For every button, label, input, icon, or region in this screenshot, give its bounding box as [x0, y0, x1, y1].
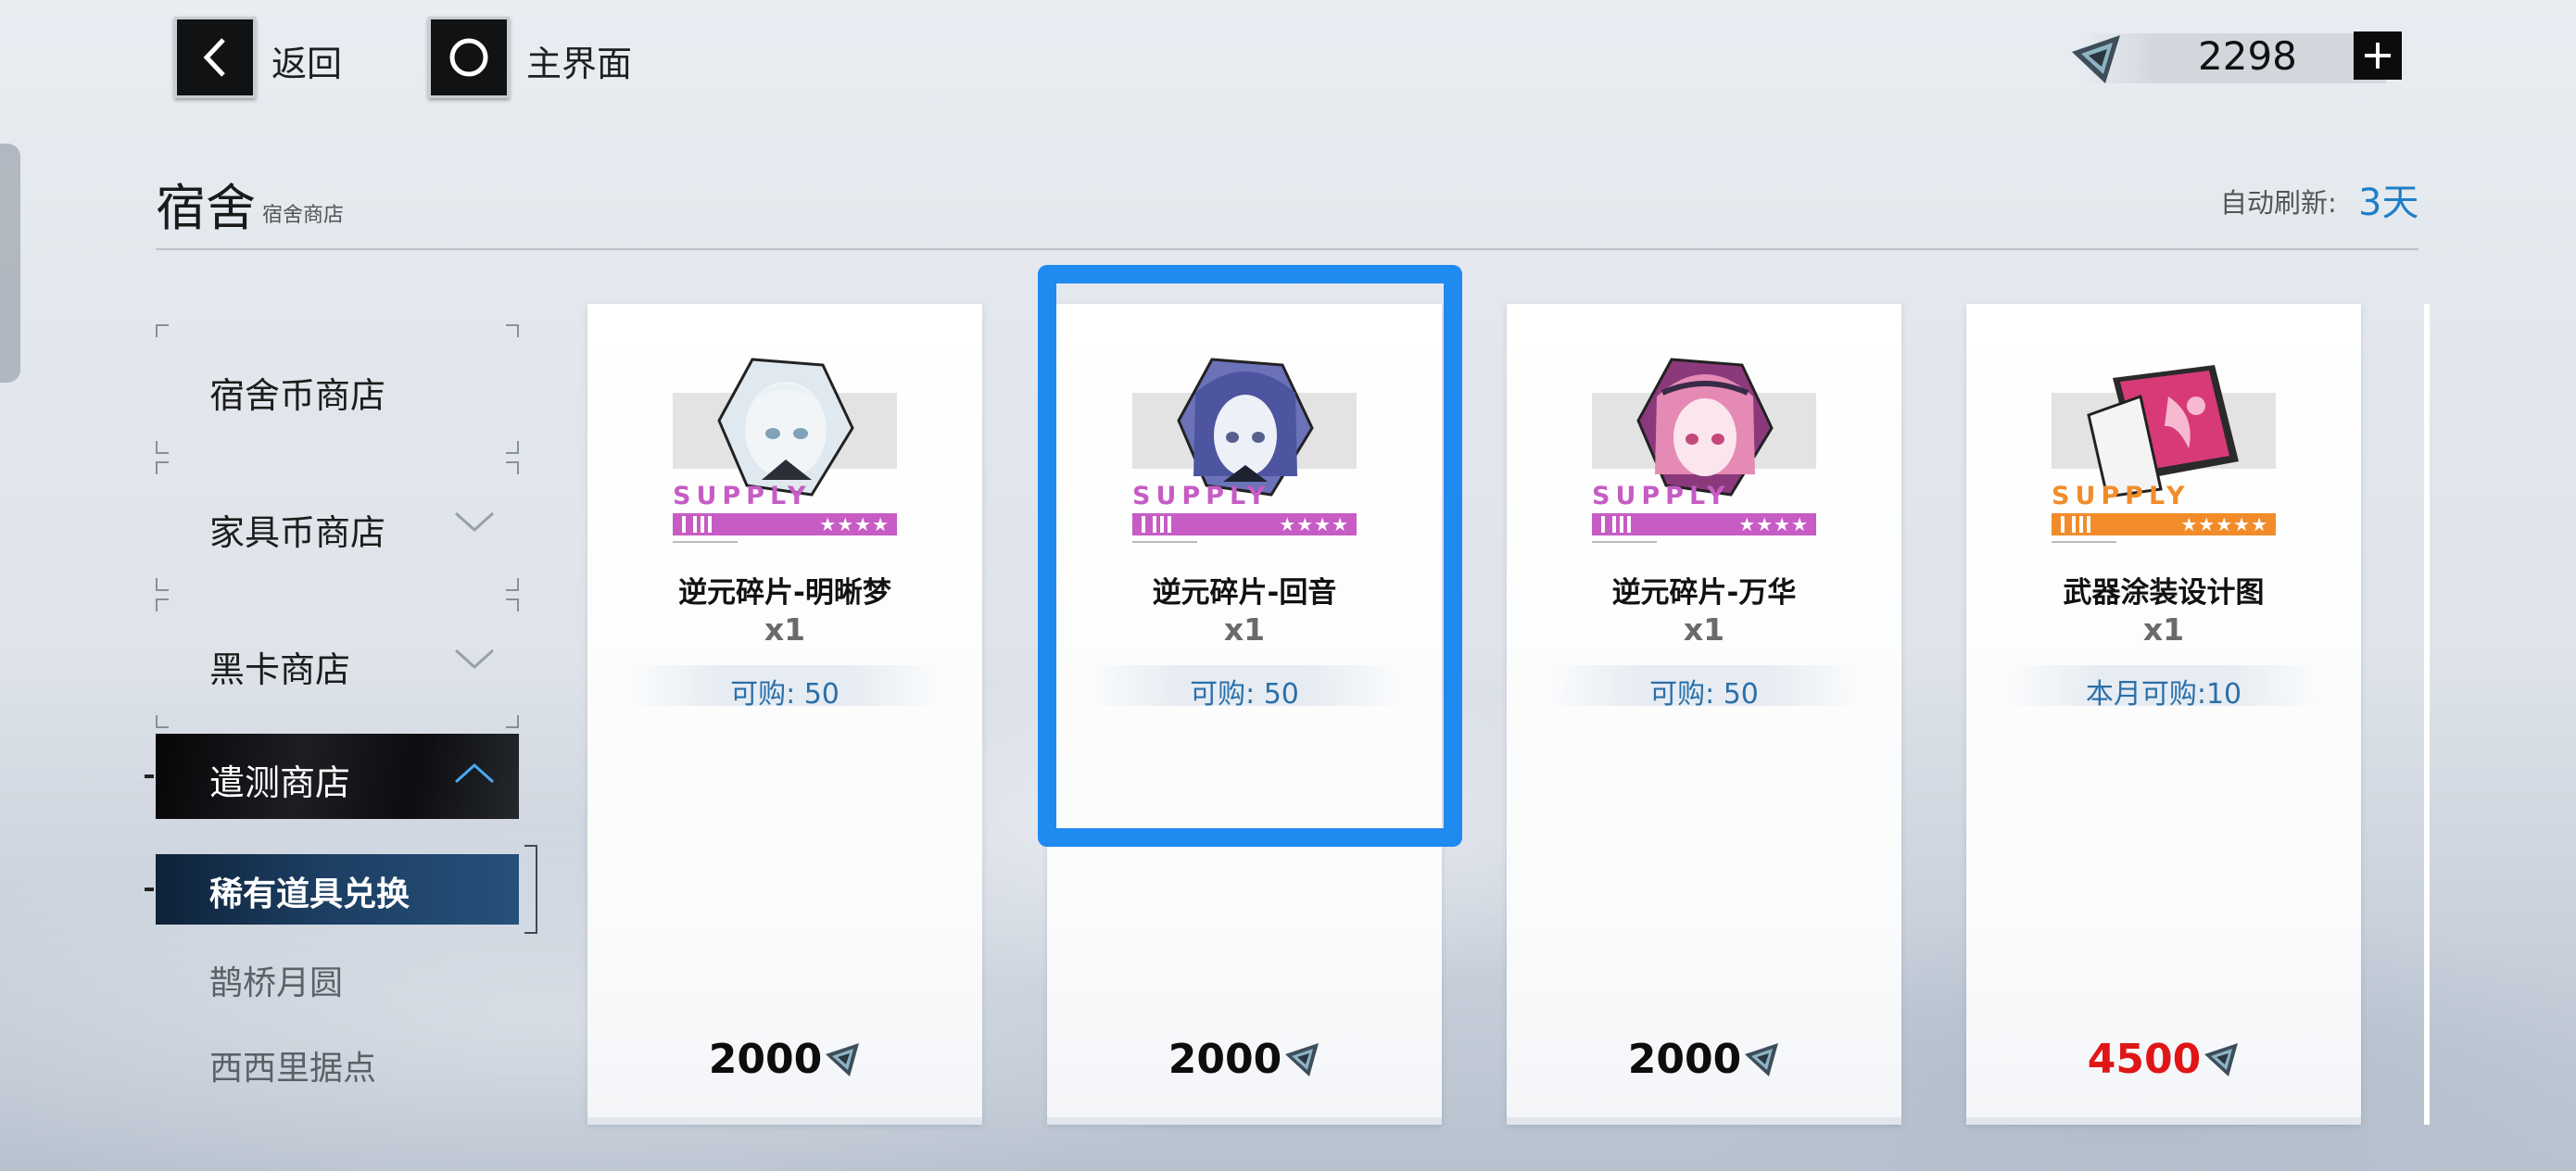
- item-price: 2000: [1168, 1036, 1282, 1083]
- next-card-edge: [2424, 304, 2430, 1125]
- price-row: 2000: [587, 1036, 982, 1083]
- sidebar-item-black-card-shop[interactable]: 黑卡商店: [156, 598, 519, 728]
- sidebar-subitem-magpie-bridge[interactable]: 鹊桥月圆: [209, 956, 343, 1004]
- crystal-triangle-icon: [1745, 1042, 1779, 1077]
- back-label[interactable]: 返回: [271, 35, 342, 86]
- currency-value: 2298: [2198, 33, 2297, 79]
- chevron-down-icon: [454, 511, 495, 533]
- item-price: 4500: [2087, 1036, 2202, 1083]
- weapon-skin-blueprint-icon: [2087, 365, 2239, 498]
- active-marker: [145, 774, 154, 778]
- rarity-bar: ★★★★: [673, 513, 897, 535]
- purchase-limit: 可购: 50: [730, 678, 840, 711]
- rarity-stars: ★★★★★: [2180, 513, 2268, 535]
- sub-active-bracket: [524, 845, 537, 934]
- item-quantity: x1: [2142, 611, 2185, 648]
- side-pull-tab[interactable]: [0, 144, 20, 383]
- sidebar-item-dorm-coin-shop[interactable]: 宿舍币商店: [156, 324, 519, 454]
- shop-card[interactable]: SUPPLY ★★★★ 逆元碎片-明晰梦 x1 可购: 50 2000: [587, 304, 982, 1125]
- home-button[interactable]: [428, 17, 510, 98]
- sidebar-item-label: 家具币商店: [209, 512, 386, 553]
- item-quantity: x1: [1683, 611, 1725, 648]
- rarity-bar: ★★★★★: [2052, 513, 2276, 535]
- shop-card[interactable]: SUPPLY ★★★★★ 武器涂装设计图 x1 本月可购:10 4500: [1966, 304, 2361, 1125]
- sidebar-subitem-sicily-base[interactable]: 西西里据点: [209, 1041, 376, 1089]
- item-name: 逆元碎片-明晰梦: [678, 576, 891, 610]
- page-subtitle: 宿舍商店: [262, 204, 345, 227]
- back-button[interactable]: [174, 17, 256, 98]
- chevron-left-icon: [203, 38, 225, 77]
- sidebar-subitem-rare-exchange[interactable]: 稀有道具兑换: [156, 854, 519, 925]
- crystal-triangle-icon: [2204, 1042, 2239, 1077]
- page-title: 宿舍: [156, 179, 256, 237]
- sidebar-item-label: 宿舍币商店: [209, 375, 386, 416]
- chevron-down-icon: [454, 648, 495, 670]
- crystal-triangle-icon: [826, 1042, 860, 1077]
- supply-label: SUPPLY: [1592, 482, 1731, 510]
- home-label[interactable]: 主界面: [526, 35, 632, 86]
- refresh-value: 3天: [2358, 182, 2419, 224]
- item-quantity: x1: [764, 611, 806, 648]
- rarity-bar: ★★★★: [1592, 513, 1816, 535]
- add-currency-button[interactable]: [2354, 31, 2402, 80]
- rarity-stars: ★★★★: [1738, 513, 1809, 535]
- sidebar-item-survey-shop[interactable]: 遣测商店: [156, 734, 519, 819]
- header-divider: [156, 248, 2418, 250]
- supply-label: SUPPLY: [2052, 482, 2191, 510]
- crystal-triangle-icon: [2072, 35, 2120, 83]
- sub-active-marker: [145, 888, 154, 891]
- supply-label: SUPPLY: [673, 482, 812, 510]
- sidebar-item-label: 黑卡商店: [209, 649, 351, 690]
- purchase-limit: 本月可购:10: [2085, 678, 2242, 711]
- refresh-label: 自动刷新:: [2220, 187, 2337, 219]
- item-name: 逆元碎片-万华: [1611, 576, 1797, 610]
- price-row: 4500: [1966, 1036, 2361, 1083]
- crystal-triangle-icon: [1285, 1042, 1320, 1077]
- sidebar-subitem-label: 稀有道具兑换: [209, 875, 410, 913]
- selection-highlight: [1038, 265, 1462, 847]
- sidebar-item-label: 遣测商店: [209, 762, 351, 803]
- chevron-up-icon: [454, 762, 495, 784]
- shop-card[interactable]: SUPPLY ★★★★ 逆元碎片-万华 x1 可购: 50 2000: [1507, 304, 1901, 1125]
- item-price: 2000: [708, 1036, 823, 1083]
- price-row: 2000: [1507, 1036, 1901, 1083]
- item-price: 2000: [1627, 1036, 1742, 1083]
- sidebar-item-furniture-coin-shop[interactable]: 家具币商店: [156, 461, 519, 591]
- purchase-limit: 可购: 50: [1649, 678, 1759, 711]
- item-name: 武器涂装设计图: [2063, 576, 2265, 610]
- price-row: 2000: [1047, 1036, 1442, 1083]
- rarity-stars: ★★★★: [819, 513, 890, 535]
- circle-icon: [449, 38, 488, 77]
